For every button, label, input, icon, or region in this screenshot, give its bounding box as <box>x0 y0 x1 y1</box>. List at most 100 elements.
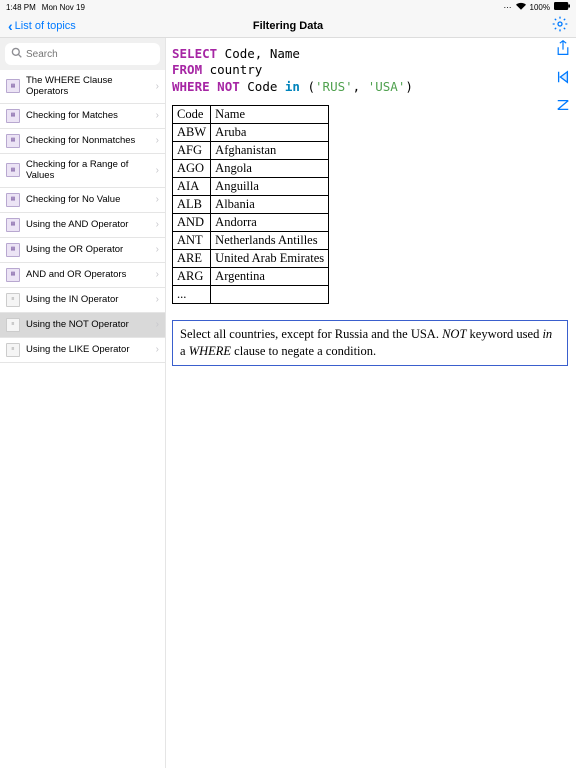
table-cell <box>211 285 329 303</box>
chevron-right-icon: › <box>156 294 159 305</box>
explain-text: a <box>180 344 189 358</box>
table-row: ANDAndorra <box>173 213 329 231</box>
share-button[interactable] <box>556 40 570 56</box>
chevron-right-icon: › <box>156 319 159 330</box>
document-icon: ≡ <box>6 343 20 357</box>
back-label: List of topics <box>15 20 76 32</box>
sql-string: 'USA' <box>368 79 406 94</box>
document-icon: ≡ <box>6 293 20 307</box>
table-cell: AFG <box>173 141 211 159</box>
table-cell: AIA <box>173 177 211 195</box>
table-row: ... <box>173 285 329 303</box>
table-cell: ALB <box>173 195 211 213</box>
sidebar-item-label: Checking for Matches <box>26 110 150 121</box>
table-cell: ... <box>173 285 211 303</box>
chevron-right-icon: › <box>156 219 159 230</box>
table-row: AIAAnguilla <box>173 177 329 195</box>
result-table: CodeNameABWArubaAFGAfghanistanAGOAngolaA… <box>172 105 329 304</box>
table-header-row: CodeName <box>173 105 329 123</box>
search-box[interactable] <box>5 43 160 65</box>
explain-text: clause to negate a condition. <box>231 344 376 358</box>
explain-italic: NOT <box>442 327 466 341</box>
sidebar-item[interactable]: ▦ Checking for a Range of Values › <box>0 154 165 188</box>
chevron-right-icon: › <box>156 344 159 355</box>
sql-icon: ▦ <box>6 193 20 207</box>
sidebar-item[interactable]: ▦ AND and OR Operators › <box>0 263 165 288</box>
table-cell: Albania <box>211 195 329 213</box>
sidebar-item[interactable]: ▦ Using the AND Operator › <box>0 213 165 238</box>
signal-icon: ⋯ <box>504 3 512 12</box>
toolbar <box>556 40 570 112</box>
status-bar: 1:48 PM Mon Nov 19 ⋯ 100% <box>0 0 576 14</box>
table-cell: ARE <box>173 249 211 267</box>
back-button[interactable]: ‹ List of topics <box>8 19 76 33</box>
sidebar-item[interactable]: ▦Using the OR Operator› <box>0 238 165 263</box>
table-cell: Anguilla <box>211 177 329 195</box>
table-row: AREUnited Arab Emirates <box>173 249 329 267</box>
sql-text: Code <box>240 79 285 94</box>
skip-back-button[interactable] <box>556 70 570 84</box>
table-cell: AND <box>173 213 211 231</box>
sql-icon: ▦ <box>6 109 20 123</box>
chevron-right-icon: › <box>156 269 159 280</box>
table-row: AFGAfghanistan <box>173 141 329 159</box>
sidebar-item[interactable]: ▦The WHERE Clause Operators› <box>0 70 165 104</box>
sql-kw-in: in <box>285 79 300 94</box>
chevron-right-icon: › <box>156 165 159 176</box>
table-row: ABWAruba <box>173 123 329 141</box>
explanation-box: Select all countries, except for Russia … <box>172 320 568 366</box>
sidebar-item-label: Checking for Nonmatches <box>26 135 150 146</box>
sql-kw-where: WHERE <box>172 79 210 94</box>
table-cell: United Arab Emirates <box>211 249 329 267</box>
table-header-cell: Code <box>173 105 211 123</box>
sort-button[interactable] <box>556 98 570 112</box>
sql-icon: ▦ <box>6 163 20 177</box>
table-cell: Aruba <box>211 123 329 141</box>
chevron-right-icon: › <box>156 194 159 205</box>
sql-kw-from: FROM <box>172 62 202 77</box>
explain-text: keyword used <box>466 327 542 341</box>
nav-bar: ‹ List of topics Filtering Data <box>0 14 576 38</box>
sql-icon: ▦ <box>6 268 20 282</box>
table-header-cell: Name <box>211 105 329 123</box>
sidebar-item[interactable]: ≡ Using the IN Operator › <box>0 288 165 313</box>
wifi-icon <box>516 2 526 12</box>
explain-italic: in <box>542 327 552 341</box>
sidebar-item-label: Using the NOT Operator <box>26 319 150 330</box>
sidebar-item-label: AND and OR Operators <box>26 269 150 280</box>
table-row: AGOAngola <box>173 159 329 177</box>
table-cell: Argentina <box>211 267 329 285</box>
table-cell: ARG <box>173 267 211 285</box>
search-input[interactable] <box>26 49 158 60</box>
battery-icon <box>554 2 570 12</box>
table-cell: Afghanistan <box>211 141 329 159</box>
sidebar-item-label: Checking for No Value <box>26 194 150 205</box>
topic-list: ▦The WHERE Clause Operators›▦Checking fo… <box>0 70 165 768</box>
sidebar-item-label: Using the AND Operator <box>26 219 150 230</box>
sidebar-item[interactable]: ▦ Checking for Matches › <box>0 104 165 129</box>
chevron-right-icon: › <box>156 81 159 92</box>
settings-button[interactable] <box>552 16 568 35</box>
table-cell: AGO <box>173 159 211 177</box>
search-icon <box>11 47 22 61</box>
sql-kw-not: NOT <box>217 79 240 94</box>
explain-italic: WHERE <box>189 344 231 358</box>
table-cell: ABW <box>173 123 211 141</box>
chevron-right-icon: › <box>156 244 159 255</box>
sql-icon: ▦ <box>6 218 20 232</box>
sidebar-item[interactable]: ▦ Checking for No Value › <box>0 188 165 213</box>
table-cell: Netherlands Antilles <box>211 231 329 249</box>
battery-pct: 100% <box>530 3 550 12</box>
sql-string: 'RUS' <box>315 79 353 94</box>
document-icon: ≡ <box>6 318 20 332</box>
sidebar: ▦The WHERE Clause Operators›▦Checking fo… <box>0 38 166 768</box>
sidebar-item[interactable]: ≡ Using the NOT Operator › <box>0 313 165 338</box>
chevron-right-icon: › <box>156 110 159 121</box>
sidebar-item[interactable]: ≡Using the LIKE Operator› <box>0 338 165 363</box>
sidebar-item-label: Checking for a Range of Values <box>26 159 150 182</box>
chevron-left-icon: ‹ <box>8 19 13 33</box>
sql-paren: ) <box>405 79 413 94</box>
sidebar-item[interactable]: ▦Checking for Nonmatches› <box>0 129 165 154</box>
status-date: Mon Nov 19 <box>42 3 85 12</box>
sidebar-item-label: Using the IN Operator <box>26 294 150 305</box>
